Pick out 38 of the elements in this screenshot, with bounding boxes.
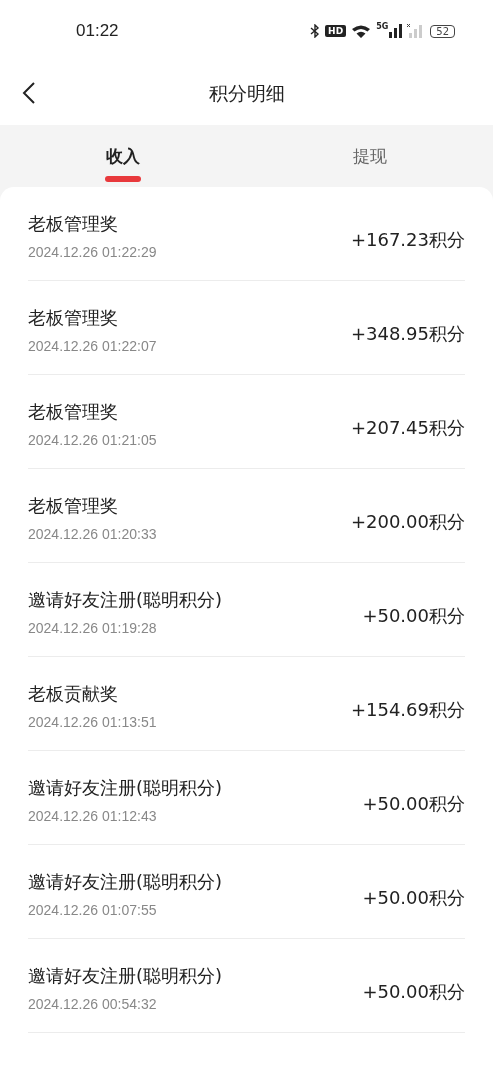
record-time: 2024.12.26 00:54:32 bbox=[28, 995, 158, 1012]
record-amount: +50.00积分 bbox=[362, 979, 465, 1004]
record-title: 老板管理奖 bbox=[28, 305, 119, 330]
record-amount: +50.00积分 bbox=[362, 603, 465, 628]
back-icon[interactable] bbox=[22, 81, 36, 105]
record-title: 邀请好友注册(聪明积分) bbox=[28, 775, 223, 800]
record-title: 邀请好友注册(聪明积分) bbox=[28, 587, 223, 612]
record-time: 2024.12.26 01:21:05 bbox=[28, 431, 157, 448]
signal-icon bbox=[389, 24, 403, 38]
record-title: 老板管理奖 bbox=[28, 211, 119, 236]
record-amount: +154.69积分 bbox=[350, 697, 465, 722]
record-time: 2024.12.26 01:19:28 bbox=[28, 619, 158, 636]
record-amount: +200.00积分 bbox=[350, 509, 465, 534]
record-time: 2024.12.26 01:13:51 bbox=[28, 713, 157, 730]
battery-indicator: 52 bbox=[430, 24, 455, 38]
status-time: 01:22 bbox=[76, 21, 119, 41]
record-title: 邀请好友注册(聪明积分) bbox=[28, 963, 223, 988]
tab[interactable]: 收入 bbox=[0, 125, 247, 187]
record-time: 2024.12.26 01:22:07 bbox=[28, 337, 157, 354]
record-title: 老板管理奖 bbox=[28, 399, 119, 424]
record-time: 2024.12.26 01:20:33 bbox=[28, 525, 157, 542]
hd-badge: HD bbox=[325, 25, 347, 37]
record-title: 老板管理奖 bbox=[28, 493, 119, 518]
wifi-icon bbox=[351, 24, 372, 38]
record-amount: +207.45积分 bbox=[350, 415, 465, 440]
record-time: 2024.12.26 01:12:43 bbox=[28, 807, 158, 824]
page-title: 积分明细 bbox=[208, 80, 285, 106]
record-amount: +167.23积分 bbox=[350, 227, 465, 252]
record-amount: +50.00积分 bbox=[362, 885, 465, 910]
record-amount: +348.95积分 bbox=[350, 321, 465, 346]
tab[interactable]: 提现 bbox=[246, 125, 493, 187]
bluetooth-icon bbox=[310, 24, 321, 38]
network-label: 5G bbox=[376, 22, 389, 31]
record-title: 邀请好友注册(聪明积分) bbox=[28, 869, 223, 894]
record-time: 2024.12.26 01:22:29 bbox=[28, 243, 157, 260]
record-time: 2024.12.26 01:07:55 bbox=[28, 901, 158, 918]
record-amount: +50.00积分 bbox=[362, 791, 465, 816]
record-title: 老板贡献奖 bbox=[28, 681, 119, 706]
